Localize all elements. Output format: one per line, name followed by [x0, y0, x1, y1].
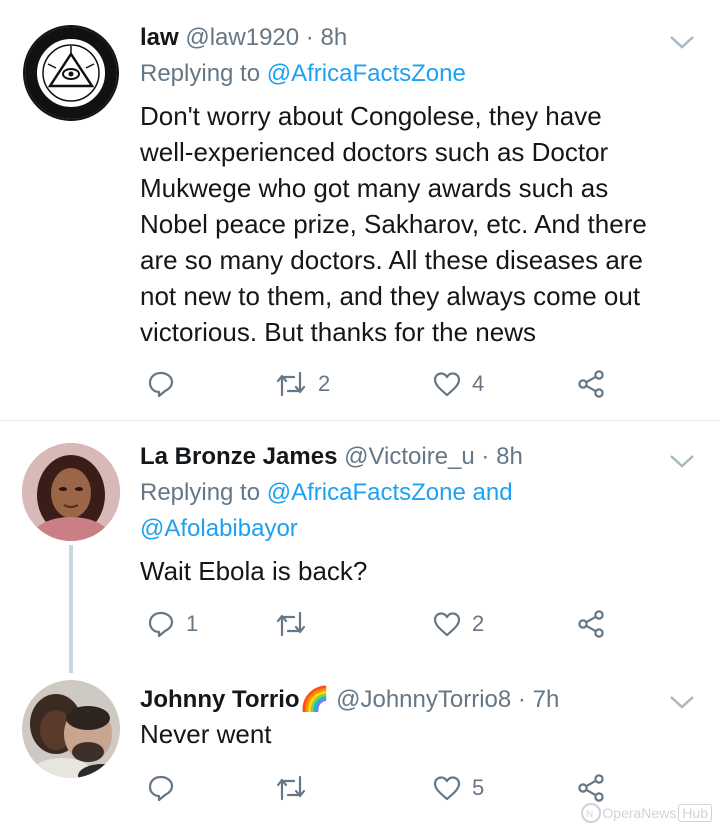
replying-to-label: Replying to: [140, 60, 261, 87]
handle[interactable]: @law1920: [185, 24, 299, 51]
share-button[interactable]: [576, 366, 606, 402]
reply-count: 1: [186, 611, 199, 636]
like-count: 5: [472, 775, 485, 800]
reply-button[interactable]: 1: [146, 606, 198, 642]
mention-link[interactable]: @AfricaFactsZone: [267, 60, 466, 87]
share-button[interactable]: [576, 606, 606, 642]
heart-icon: [433, 612, 461, 637]
heart-icon: [433, 776, 461, 801]
svg-text:N: N: [586, 809, 593, 820]
reply-icon: [148, 611, 174, 638]
mention-link[interactable]: @Afolabibayor: [140, 515, 298, 542]
tweet-text: Never went: [140, 719, 272, 749]
tweet-text-line: victorious. But thanks for the news: [140, 317, 536, 347]
separator-dot: ·: [305, 24, 314, 51]
profile-photo: [22, 680, 120, 778]
tweet-text-line: not new to them, and they always come ou…: [140, 281, 641, 311]
timestamp[interactable]: 8h: [496, 443, 523, 470]
avatar[interactable]: [22, 24, 120, 122]
like-count: 4: [472, 371, 485, 396]
like-count: 2: [472, 611, 485, 636]
like-button[interactable]: 5: [432, 770, 484, 806]
replying-to-label: Replying to: [140, 479, 261, 506]
retweet-button[interactable]: [274, 606, 318, 642]
avatar[interactable]: [22, 443, 120, 541]
reply-icon: [148, 775, 174, 802]
profile-photo: [22, 443, 120, 541]
tweet-text-line: well-experienced doctors such as Doctor: [140, 137, 609, 167]
tweet-1[interactable]: law @law1920 · 8h Replying to @AfricaFac…: [0, 0, 720, 420]
retweet-icon: [276, 371, 306, 397]
reply-button[interactable]: [146, 366, 186, 402]
separator-dot: ·: [481, 443, 490, 470]
tweet-actions: 2 4: [140, 366, 620, 402]
share-icon: [578, 774, 604, 802]
tweet-actions: 5: [140, 770, 620, 806]
retweet-icon: [276, 775, 306, 801]
and-text: and: [472, 479, 513, 506]
tweet-text-line: are so many doctors. All these diseases …: [140, 245, 643, 275]
replying-to: Replying to @AfricaFactsZone and @Afolab…: [140, 475, 700, 547]
retweet-icon: [276, 611, 306, 637]
timestamp[interactable]: 8h: [320, 24, 347, 51]
like-button[interactable]: 4: [432, 366, 484, 402]
tweet-2[interactable]: La Bronze James @Victoire_u · 8h Replyin…: [0, 421, 720, 671]
separator-dot: ·: [517, 686, 526, 713]
avatar[interactable]: [22, 680, 120, 778]
tweet-header: law @law1920 · 8h: [140, 24, 347, 52]
display-name[interactable]: La Bronze James: [140, 443, 337, 470]
tweet-text-line: Don't worry about Congolese, they have: [140, 101, 602, 131]
tweet-actions: 1 2: [140, 606, 620, 642]
watermark-brand: OperaNews: [602, 805, 677, 821]
tweet-header: La Bronze James @Victoire_u · 8h: [140, 443, 523, 471]
reply-button[interactable]: [146, 770, 186, 806]
heart-icon: [433, 372, 461, 397]
tweet-text-line: Mukwege who got many awards such as: [140, 173, 609, 203]
timestamp[interactable]: 7h: [533, 686, 560, 713]
chevron-down-icon[interactable]: [668, 32, 696, 52]
illuminati-logo-icon: [23, 25, 119, 121]
reply-icon: [148, 371, 174, 398]
watermark-hub: Hub: [678, 804, 712, 822]
mention-link[interactable]: @AfricaFactsZone: [267, 479, 466, 506]
chevron-down-icon[interactable]: [668, 451, 696, 471]
operanews-logo-icon: N: [581, 803, 602, 823]
tweet-text: Wait Ebola is back?: [140, 556, 368, 586]
retweet-button[interactable]: 2: [274, 366, 330, 402]
like-button[interactable]: 2: [432, 606, 484, 642]
chevron-down-icon[interactable]: [668, 692, 696, 712]
share-button[interactable]: [576, 770, 606, 806]
retweet-count: 2: [318, 371, 331, 396]
display-name[interactable]: Johnny Torrio: [140, 686, 300, 713]
operanews-watermark: N OperaNews Hub: [580, 802, 712, 824]
thread-connector-line: [69, 545, 73, 673]
retweet-button[interactable]: [274, 770, 318, 806]
tweet-text: Don't worry about Congolese, they have w…: [140, 98, 710, 350]
share-icon: [578, 370, 604, 398]
replying-to: Replying to @AfricaFactsZone: [140, 56, 700, 92]
tweet-header: Johnny Torrio🌈 @JohnnyTorrio8 · 7h: [140, 686, 559, 714]
rainbow-emoji: 🌈: [299, 686, 330, 713]
handle[interactable]: @JohnnyTorrio8: [336, 686, 511, 713]
handle[interactable]: @Victoire_u: [344, 443, 475, 470]
share-icon: [578, 610, 604, 638]
tweet-text-line: Nobel peace prize, Sakharov, etc. And th…: [140, 209, 647, 239]
display-name[interactable]: law: [140, 24, 179, 51]
